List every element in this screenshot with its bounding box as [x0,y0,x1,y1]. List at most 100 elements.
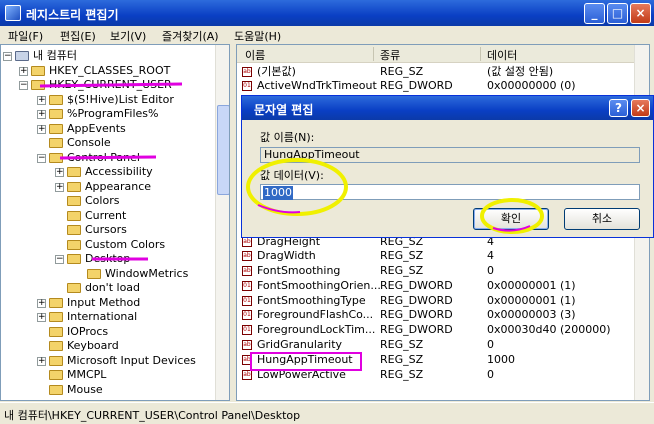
expand-toggle-icon[interactable]: − [37,153,46,163]
folder-icon [49,355,63,366]
tree-scrollbar[interactable] [215,45,229,400]
folder-icon [49,341,63,351]
cancel-button[interactable]: 취소 [564,208,640,230]
expand-toggle-icon[interactable]: + [37,95,46,105]
cell-name: (기본값) [257,65,296,78]
cell-data: 0x00030d40 (200000) [487,323,611,336]
close-button[interactable]: × [630,3,651,24]
expand-toggle-icon[interactable]: + [55,182,64,192]
value-name-field[interactable]: HungAppTimeout [260,147,640,163]
column-data[interactable]: 데이터 [487,47,517,63]
cell-type: REG_DWORD [380,323,453,336]
tree-item-label: Input Method [67,295,141,309]
folder-icon [87,268,101,279]
cell-data: 0x00000003 (3) [487,308,576,321]
tree-item-label: 내 컴퓨터 [33,49,77,62]
string-value-icon: ab [242,251,252,261]
binary-value-icon: 01 [242,325,252,335]
registry-tree[interactable]: − 내 컴퓨터 + HKEY_CLASSES_ROOT − HKEY_CURRENT_US… [0,44,230,401]
folder-icon [31,80,45,90]
expand-toggle-icon[interactable]: + [37,110,46,119]
menu-help[interactable]: 도움말(H) [234,28,281,44]
cell-type: REG_DWORD [380,279,453,292]
help-button[interactable]: ? [609,99,628,117]
expand-toggle-icon[interactable]: + [37,356,46,366]
folder-icon [49,123,63,134]
folder-icon [67,239,81,250]
expand-toggle-icon[interactable]: + [19,66,28,76]
list-row[interactable]: 01 ForegroundLockTim... REG_DWORD 0x00030d4… [237,323,635,337]
string-value-icon: ab [242,237,252,247]
minimize-button[interactable]: _ [584,3,605,24]
column-type[interactable]: 종류 [380,47,400,63]
list-row[interactable]: ab DragWidth REG_SZ 4 [237,249,635,263]
menu-favorites[interactable]: 즐겨찾기(A) [162,28,219,44]
tree-item-label: HKEY_CURRENT_USER [49,78,172,91]
cell-type: REG_SZ [380,338,424,351]
tree-item-label: HKEY_CLASSES_ROOT [49,63,171,77]
folder-icon [67,225,81,235]
cell-name: FontSmoothing [257,264,341,277]
column-name[interactable]: 이름 [245,47,265,63]
cell-data: 0x00000001 (1) [487,279,576,292]
cell-data: 0 [487,368,494,381]
status-bar: 내 컴퓨터\HKEY_CURRENT_USER\Control Panel\De… [0,402,654,424]
dialog-close-button[interactable]: × [631,99,650,117]
column-divider[interactable] [373,47,374,61]
tree-item-label: AppEvents [67,121,126,135]
value-data-label: 값 데이터(V): [260,169,324,182]
expand-toggle-icon[interactable]: + [55,168,64,177]
tree-item-label: Cursors [85,223,127,236]
cell-data: 0 [487,264,494,277]
list-row[interactable]: ab LowPowerActive REG_SZ 0 [237,368,635,382]
string-value-icon: ab [242,67,252,77]
list-row[interactable]: 01 ActiveWndTrkTimeout REG_DWORD 0x00000000… [237,79,635,93]
expand-toggle-icon[interactable]: + [37,313,46,322]
maximize-button[interactable]: □ [607,3,628,24]
list-row[interactable]: 01 ForegroundFlashCo... REG_DWORD 0x0000000… [237,308,635,322]
cell-name: HungAppTimeout [257,353,353,366]
cell-name: ForegroundLockTim... [257,323,376,336]
dialog-titlebar[interactable]: 문자열 편집 ? × [242,96,653,120]
list-row[interactable]: ab GridGranularity REG_SZ 0 [237,338,635,352]
expand-toggle-icon[interactable]: + [37,124,46,134]
expand-toggle-icon[interactable]: − [19,81,28,90]
cell-data: 0 [487,338,494,351]
menu-file[interactable]: 파일(F) [8,28,43,44]
tree-item-label: %ProgramFiles% [67,107,159,120]
folder-icon [67,167,81,177]
cell-type: REG_DWORD [380,79,453,92]
folder-icon [49,384,63,395]
cell-name: DragWidth [257,249,316,262]
menu-view[interactable]: 보기(V) [110,28,146,44]
cell-name: ActiveWndTrkTimeout [257,79,377,92]
tree-item-label: WindowMetrics [105,266,189,280]
list-row[interactable]: ab HungAppTimeout REG_SZ 1000 [237,353,635,367]
cell-type: REG_SZ [380,65,424,78]
string-value-icon: ab [242,355,252,365]
list-row[interactable]: ab (기본값) REG_SZ (값 설정 안됨) [237,65,635,79]
string-value-icon: ab [242,266,252,276]
menu-edit[interactable]: 편집(E) [60,28,96,44]
cell-name: GridGranularity [257,338,343,351]
list-row[interactable]: ab FontSmoothing REG_SZ 0 [237,264,635,278]
column-divider[interactable] [480,47,481,61]
tree-item-label: IOProcs [67,324,109,338]
expand-toggle-icon[interactable]: + [37,298,46,308]
string-value-icon: ab [242,370,252,380]
folder-icon [49,370,63,380]
list-row[interactable]: 01 FontSmoothingType REG_DWORD 0x00000001 (… [237,294,635,308]
window-titlebar[interactable]: 레지스트리 편집기 _ □ × [0,0,654,26]
tree-item-label: Colors [85,194,120,207]
folder-icon [49,297,63,308]
expand-toggle-icon[interactable]: − [3,52,12,61]
list-row[interactable]: 01 FontSmoothingOrien... REG_DWORD 0x000000… [237,279,635,293]
computer-icon [15,51,29,61]
tree-scroll-thumb[interactable] [217,105,229,195]
regedit-icon [5,5,21,21]
ok-button[interactable]: 확인 [473,208,549,230]
folder-icon [67,210,81,221]
cell-data: 0x00000000 (0) [487,79,576,92]
expand-toggle-icon[interactable]: − [55,255,64,264]
value-data-field[interactable]: 1000 [260,184,640,200]
